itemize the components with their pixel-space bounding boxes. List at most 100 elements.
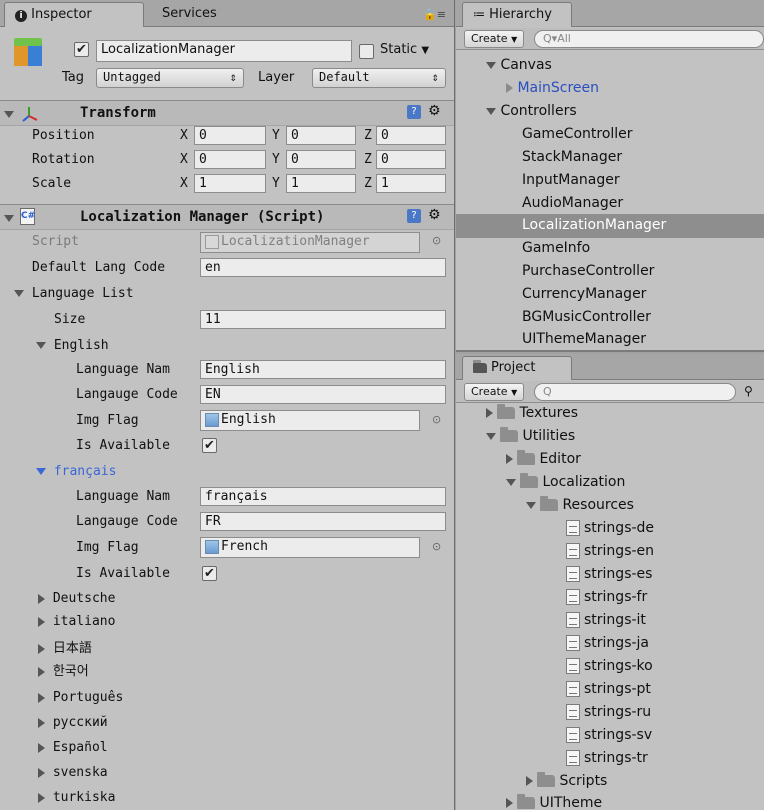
francais-code-field[interactable]: FR <box>200 512 446 531</box>
project-file[interactable]: strings-fr <box>566 589 647 605</box>
english-foldout[interactable]: English <box>36 338 109 353</box>
english-flag-field[interactable]: English <box>200 410 420 431</box>
project-item-label: Resources <box>562 497 634 513</box>
language-item-deutsche[interactable]: Deutsche <box>38 591 115 606</box>
hierarchy-item[interactable]: CurrencyManager <box>522 286 646 302</box>
project-folder-scripts[interactable]: Scripts <box>526 772 607 789</box>
project-item-label: strings-it <box>584 612 646 628</box>
francais-foldout[interactable]: français <box>36 464 116 479</box>
position-y-field[interactable]: 0 <box>286 126 356 145</box>
project-folder-uitheme[interactable]: UITheme <box>506 794 602 810</box>
project-file[interactable]: strings-pt <box>566 681 651 697</box>
hierarchy-item-mainscreen[interactable]: MainScreen <box>506 80 599 96</box>
francais-name-field[interactable]: français <box>200 487 446 506</box>
english-code-field[interactable]: EN <box>200 385 446 404</box>
layer-dropdown[interactable]: Default ⇕ <box>312 68 446 88</box>
english-available-checkbox[interactable]: ✔ <box>202 438 217 453</box>
hierarchy-item[interactable]: PurchaseController <box>522 263 654 279</box>
project-search-input[interactable]: Q <box>534 383 736 401</box>
script-label: Script <box>32 234 79 249</box>
tab-project[interactable]: Project <box>462 356 572 380</box>
language-item-japanese[interactable]: 日本語 <box>38 637 92 656</box>
project-file[interactable]: strings-sv <box>566 727 652 743</box>
hierarchy-item-label: Controllers <box>500 103 577 119</box>
hierarchy-item[interactable]: BGMusicController <box>522 309 651 325</box>
language-item-svenska[interactable]: svenska <box>38 765 108 780</box>
language-item-italiano[interactable]: italiano <box>38 614 115 629</box>
scale-z-field[interactable]: 1 <box>376 174 446 193</box>
project-folder-resources[interactable]: Resources <box>526 496 634 513</box>
object-picker-icon[interactable]: ⊙ <box>432 413 441 426</box>
rotation-y-field[interactable]: 0 <box>286 150 356 169</box>
static-dropdown[interactable]: Static ▼ <box>380 42 429 57</box>
tab-services[interactable]: Services <box>152 2 227 27</box>
project-file[interactable]: strings-en <box>566 543 654 559</box>
gear-icon[interactable]: ⚙ <box>428 103 441 119</box>
size-field[interactable]: 11 <box>200 310 446 329</box>
hierarchy-item-controllers[interactable]: Controllers <box>486 103 577 119</box>
text-file-icon <box>566 543 580 559</box>
hierarchy-item[interactable]: GameInfo <box>522 240 590 256</box>
project-file[interactable]: strings-ko <box>566 658 653 674</box>
hierarchy-item-selected[interactable]: LocalizationManager <box>456 214 764 238</box>
script-value: LocalizationManager <box>221 234 370 249</box>
project-file[interactable]: strings-ja <box>566 635 649 651</box>
position-z-field[interactable]: 0 <box>376 126 446 145</box>
language-item-turkiska[interactable]: turkiska <box>38 790 115 805</box>
project-folder-utilities[interactable]: Utilities <box>486 427 575 444</box>
language-item-russian[interactable]: русский <box>38 715 108 730</box>
hierarchy-item-canvas[interactable]: Canvas <box>486 57 552 73</box>
hierarchy-item[interactable]: InputManager <box>522 172 620 188</box>
help-icon[interactable]: ? <box>407 209 421 223</box>
project-file[interactable]: strings-de <box>566 520 654 536</box>
language-list-foldout[interactable]: Language List <box>14 286 134 301</box>
script-component-header[interactable]: C# Localization Manager (Script) ? ⚙ <box>0 204 454 230</box>
hierarchy-item-label: Canvas <box>500 57 552 73</box>
rotation-x-field[interactable]: 0 <box>194 150 266 169</box>
hierarchy-item[interactable]: StackManager <box>522 149 622 165</box>
tab-hierarchy[interactable]: ≔ Hierarchy <box>462 2 572 27</box>
project-folder-editor[interactable]: Editor <box>506 450 581 467</box>
hierarchy-item[interactable]: UIThemeManager <box>522 331 646 347</box>
text-file-icon <box>566 589 580 605</box>
project-file[interactable]: strings-tr <box>566 750 648 766</box>
tab-inspector[interactable]: i Inspector <box>4 2 144 27</box>
position-x-field[interactable]: 0 <box>194 126 266 145</box>
project-file[interactable]: strings-ru <box>566 704 651 720</box>
create-dropdown[interactable]: Create ▼ <box>464 383 525 401</box>
filter-by-label-icon[interactable]: ⚲ <box>744 384 753 398</box>
scale-x-field[interactable]: 1 <box>194 174 266 193</box>
object-picker-icon[interactable]: ⊙ <box>432 540 441 553</box>
project-folder-localization[interactable]: Localization <box>506 473 625 490</box>
object-name-field[interactable]: LocalizationManager <box>96 40 352 62</box>
hierarchy-search-input[interactable]: Q▾All <box>534 30 764 48</box>
collapse-icon[interactable] <box>4 111 14 118</box>
rotation-z-field[interactable]: 0 <box>376 150 446 169</box>
transform-header[interactable]: Transform ? ⚙ <box>0 100 454 126</box>
static-checkbox[interactable] <box>359 44 374 59</box>
create-dropdown[interactable]: Create ▼ <box>464 30 525 48</box>
language-item-korean[interactable]: 한국어 <box>38 660 89 679</box>
language-item-portugues[interactable]: Português <box>38 690 123 705</box>
x-axis-label: X <box>180 128 188 143</box>
object-active-checkbox[interactable]: ✔ <box>74 42 89 57</box>
hierarchy-item[interactable]: GameController <box>522 126 633 142</box>
project-folder-textures[interactable]: Textures <box>486 404 578 421</box>
francais-flag-field[interactable]: French <box>200 537 420 558</box>
language-item-espanol[interactable]: Español <box>38 740 108 755</box>
help-icon[interactable]: ? <box>407 105 421 119</box>
project-file[interactable]: strings-it <box>566 612 646 628</box>
hierarchy-item[interactable]: AudioManager <box>522 195 623 211</box>
english-name-field[interactable]: English <box>200 360 446 379</box>
lock-icon[interactable]: 🔒≡ <box>423 8 446 21</box>
tag-dropdown[interactable]: Untagged ⇕ <box>96 68 244 88</box>
position-label: Position <box>32 128 95 143</box>
gear-icon[interactable]: ⚙ <box>428 207 441 223</box>
default-lang-field[interactable]: en <box>200 258 446 277</box>
francais-available-checkbox[interactable]: ✔ <box>202 566 217 581</box>
scale-y-field[interactable]: 1 <box>286 174 356 193</box>
project-file[interactable]: strings-es <box>566 566 652 582</box>
folder-icon <box>497 404 516 419</box>
text-file-icon <box>566 520 580 536</box>
collapse-icon[interactable] <box>4 215 14 222</box>
